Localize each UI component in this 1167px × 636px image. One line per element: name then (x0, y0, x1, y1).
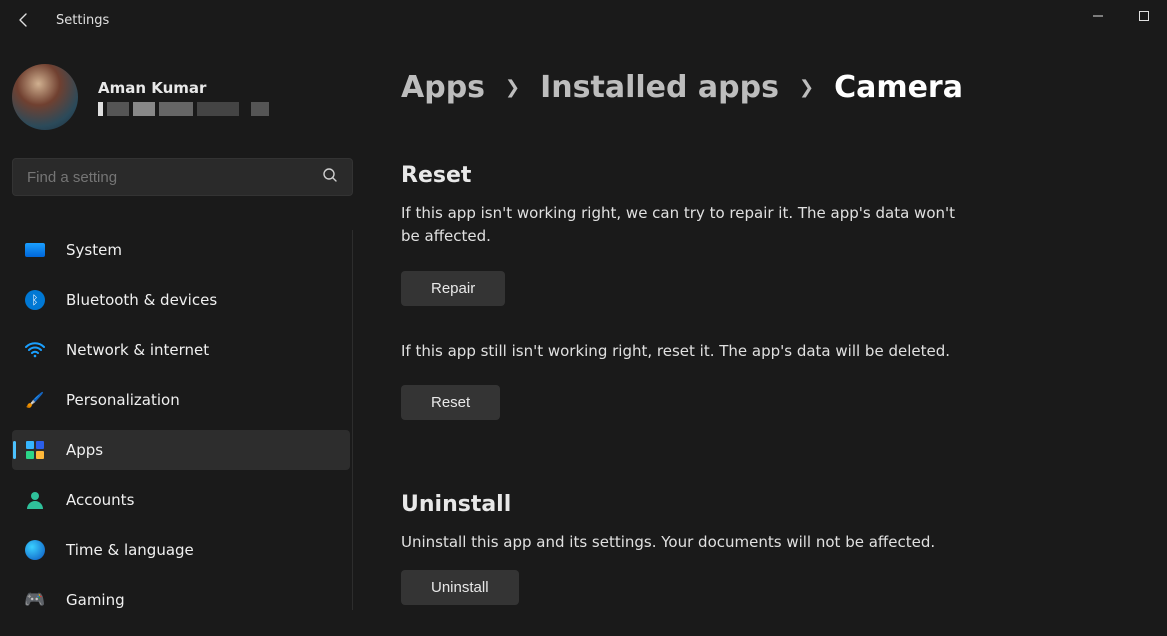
breadcrumb: Apps ❯ Installed apps ❯ Camera (401, 70, 1127, 105)
avatar (12, 64, 78, 130)
search-box[interactable] (12, 158, 353, 196)
chevron-right-icon: ❯ (799, 77, 814, 98)
breadcrumb-apps[interactable]: Apps (401, 70, 485, 105)
sidebar-item-label: System (66, 241, 122, 259)
window-title: Settings (56, 13, 109, 28)
profile-email-redacted (98, 102, 353, 116)
apps-icon (24, 439, 46, 461)
arrow-left-icon (16, 12, 32, 28)
gamepad-icon: 🎮 (24, 589, 46, 611)
search-input[interactable] (27, 169, 322, 186)
back-button[interactable] (8, 4, 40, 36)
profile-name: Aman Kumar (98, 79, 353, 97)
reset-description: If this app still isn't working right, r… (401, 340, 1101, 363)
sidebar-item-apps[interactable]: Apps (12, 430, 350, 470)
sidebar-item-personalization[interactable]: 🖌️ Personalization (12, 380, 350, 420)
sidebar-item-network[interactable]: Network & internet (12, 330, 350, 370)
sidebar-item-label: Gaming (66, 591, 125, 609)
sidebar: Aman Kumar System (0, 40, 365, 636)
content: Apps ❯ Installed apps ❯ Camera Reset If … (365, 40, 1167, 636)
maximize-button[interactable] (1121, 0, 1167, 32)
wifi-icon (24, 339, 46, 361)
uninstall-heading: Uninstall (401, 492, 1127, 517)
sidebar-item-accounts[interactable]: Accounts (12, 480, 350, 520)
monitor-icon (24, 239, 46, 261)
sidebar-item-label: Bluetooth & devices (66, 291, 217, 309)
sidebar-item-label: Accounts (66, 491, 134, 509)
sidebar-item-system[interactable]: System (12, 230, 350, 270)
reset-heading: Reset (401, 163, 1127, 188)
uninstall-description: Uninstall this app and its settings. You… (401, 531, 1101, 554)
sidebar-item-label: Personalization (66, 391, 180, 409)
bluetooth-icon: ᛒ (24, 289, 46, 311)
paintbrush-icon: 🖌️ (24, 389, 46, 411)
breadcrumb-installed-apps[interactable]: Installed apps (540, 70, 779, 105)
repair-button[interactable]: Repair (401, 271, 505, 306)
sidebar-item-label: Time & language (66, 541, 194, 559)
uninstall-button[interactable]: Uninstall (401, 570, 519, 605)
sidebar-item-bluetooth[interactable]: ᛒ Bluetooth & devices (12, 280, 350, 320)
nav: System ᛒ Bluetooth & devices Network & i… (12, 230, 353, 610)
profile-info: Aman Kumar (98, 79, 353, 116)
sidebar-item-label: Apps (66, 441, 103, 459)
window-controls (1075, 0, 1167, 32)
profile[interactable]: Aman Kumar (12, 48, 353, 158)
sidebar-item-time-language[interactable]: Time & language (12, 530, 350, 570)
sidebar-item-gaming[interactable]: 🎮 Gaming (12, 580, 350, 620)
minimize-icon (1092, 10, 1104, 22)
minimize-button[interactable] (1075, 0, 1121, 32)
repair-description: If this app isn't working right, we can … (401, 202, 961, 249)
titlebar: Settings (0, 0, 1167, 40)
person-icon (24, 489, 46, 511)
globe-clock-icon (24, 539, 46, 561)
search-icon (322, 167, 338, 187)
chevron-right-icon: ❯ (505, 77, 520, 98)
breadcrumb-current: Camera (834, 70, 963, 105)
reset-button[interactable]: Reset (401, 385, 500, 420)
maximize-icon (1138, 10, 1150, 22)
sidebar-item-label: Network & internet (66, 341, 209, 359)
